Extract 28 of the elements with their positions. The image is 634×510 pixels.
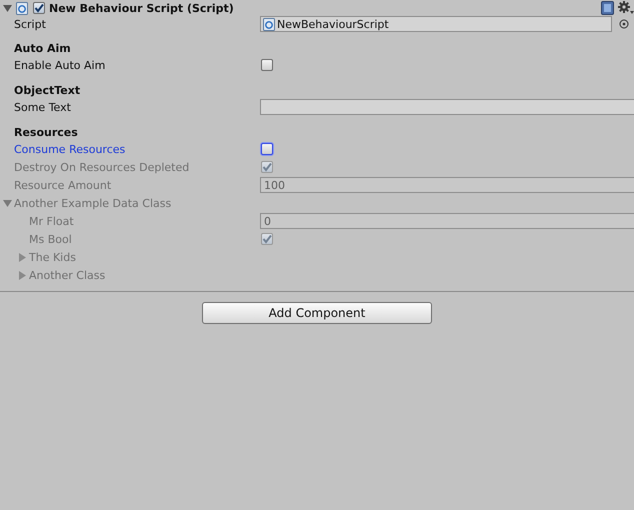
field-label: Some Text [14,100,71,114]
field-label: Script [14,18,46,30]
field-label: Resource Amount [14,178,112,192]
field-label: Destroy On Resources Depleted [14,160,190,174]
field-label: Ms Bool [29,232,72,246]
checkbox[interactable] [261,143,273,155]
field-value: NewBehaviourScript [277,18,389,30]
checkbox[interactable] [261,59,273,71]
settings-icon[interactable] [618,1,634,15]
check-icon [262,162,272,172]
field-label: Consume Resources [14,142,126,156]
section-heading: Auto Aim [14,42,71,54]
script-icon [16,2,28,14]
object-picker-icon[interactable] [619,19,629,29]
field-label: Enable Auto Aim [14,58,106,72]
section-heading: ObjectText [14,84,80,96]
field-label: Mr Float [29,214,74,228]
check-icon [34,3,44,13]
component-title: New Behaviour Script (Script) [49,2,234,14]
script-icon [263,18,275,30]
section-heading: Resources [14,126,78,138]
object-field[interactable]: NewBehaviourScript [260,16,612,32]
check-icon [262,234,272,244]
enable-checkbox[interactable] [33,2,45,14]
foldout-arrow-icon[interactable] [3,2,12,14]
add-component-button[interactable]: Add Component [202,302,432,324]
input-field[interactable] [260,99,634,115]
help-icon[interactable] [601,1,614,15]
